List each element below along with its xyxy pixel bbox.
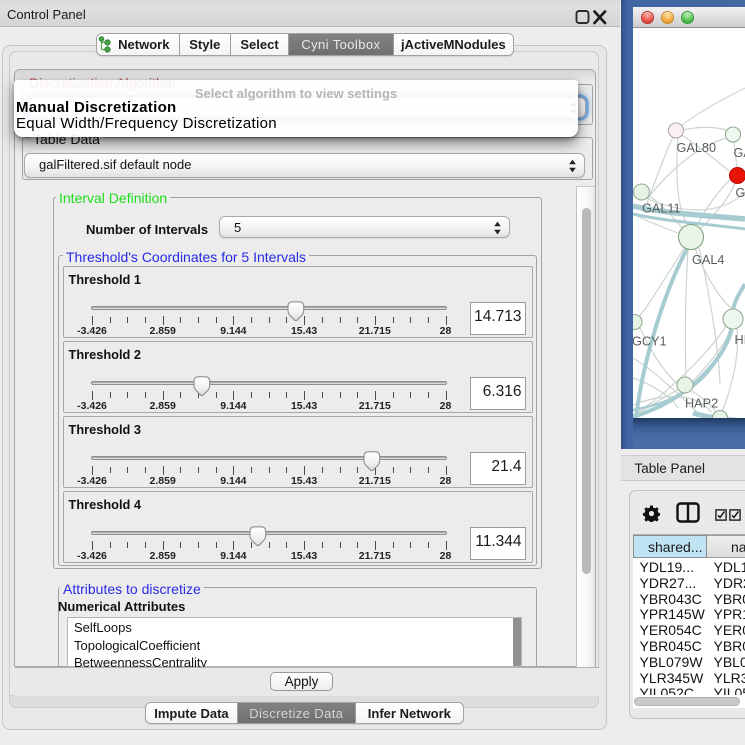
svg-text:GAL2: GAL2 bbox=[734, 146, 745, 160]
svg-text:GCY1: GCY1 bbox=[633, 335, 667, 349]
svg-text:GCN4: GCN4 bbox=[736, 186, 745, 200]
svg-text:GAL4: GAL4 bbox=[692, 253, 724, 267]
svg-text:GAL11: GAL11 bbox=[642, 202, 681, 216]
svg-text:GAL80: GAL80 bbox=[677, 141, 717, 155]
svg-text:HIS4: HIS4 bbox=[735, 333, 745, 347]
svg-text:HAP2: HAP2 bbox=[685, 397, 718, 411]
